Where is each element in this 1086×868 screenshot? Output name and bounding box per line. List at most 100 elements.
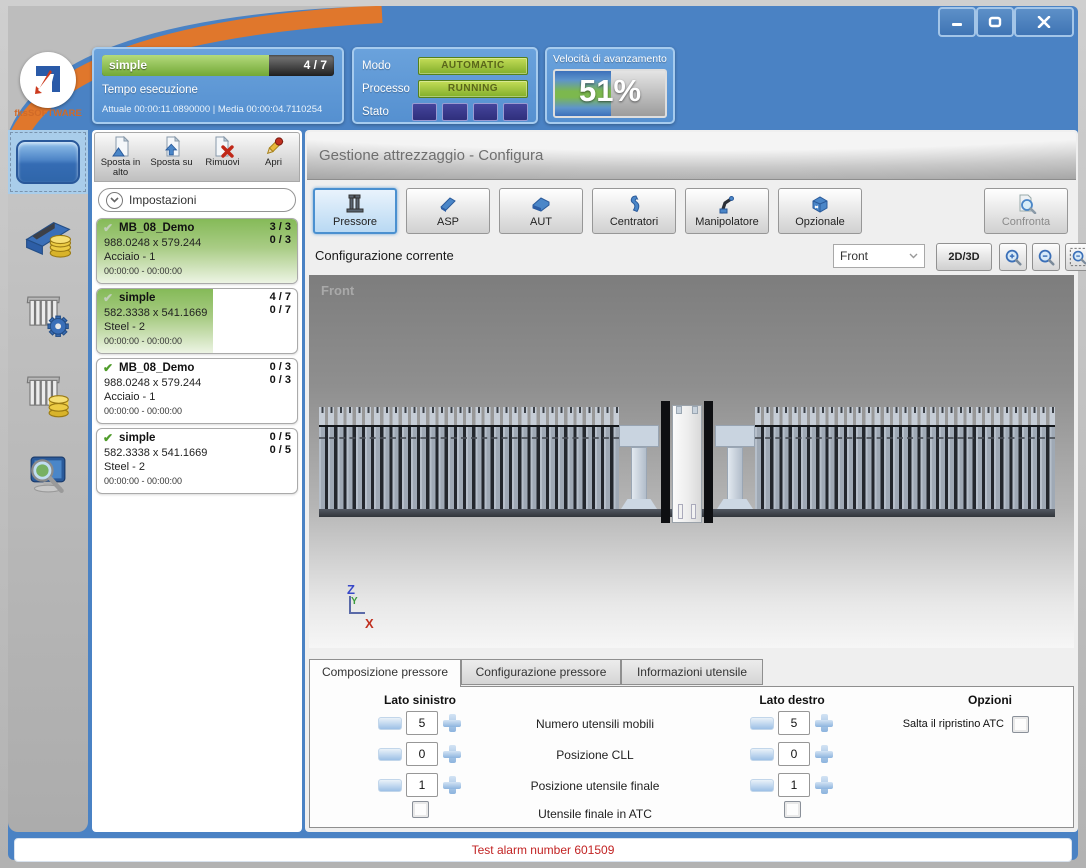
- increment-button[interactable]: [442, 744, 462, 764]
- increment-button[interactable]: [814, 744, 834, 764]
- job-card[interactable]: ✔ simple 4 / 70 / 7 582.3338 x 541.1669 …: [96, 288, 298, 354]
- numero-utensili-right-input[interactable]: 5: [778, 711, 810, 735]
- machine-status-panel: Modo AUTOMATIC Processo RUNNING Stato: [352, 47, 538, 124]
- zoom-out-icon: [1036, 247, 1056, 267]
- increment-button[interactable]: [814, 713, 834, 733]
- sidebar-item-rack-database[interactable]: [21, 368, 75, 422]
- check-icon: ✔: [103, 431, 113, 445]
- open-edit-icon: [263, 136, 285, 158]
- brand-logo-text: fksSOFTWARE: [6, 108, 90, 119]
- utensile-finale-atc-left-checkbox[interactable]: [412, 801, 429, 818]
- opzionale-icon: [809, 194, 831, 214]
- posizione-utensile-finale-left-input[interactable]: 1: [406, 773, 438, 797]
- gear-icon: [48, 316, 68, 336]
- stato-indicator-3: [473, 103, 498, 121]
- decrement-button[interactable]: [750, 748, 774, 761]
- job-list-panel: Sposta in alto Sposta su Rimuovi: [92, 130, 302, 832]
- tab-centratori[interactable]: Centratori: [592, 188, 676, 234]
- sidebar: [8, 194, 88, 832]
- tempo-esecuzione-label: Tempo esecuzione: [102, 84, 334, 96]
- job-card[interactable]: ✔ MB_08_Demo 0 / 30 / 3 988.0248 x 579.2…: [96, 358, 298, 424]
- tab-manipolatore[interactable]: Manipolatore: [685, 188, 769, 234]
- check-icon: ✔: [103, 221, 113, 235]
- posizione-utensile-finale-label: Posizione utensile finale: [480, 773, 710, 799]
- atc-center-unit: [619, 407, 755, 517]
- sposta-su-button[interactable]: Sposta su: [148, 133, 196, 181]
- maximize-button[interactable]: [976, 7, 1014, 37]
- processo-value: RUNNING: [418, 80, 528, 98]
- rimuovi-button[interactable]: Rimuovi: [199, 133, 247, 181]
- impostazioni-expander[interactable]: Impostazioni: [98, 188, 296, 212]
- job-cards: ✔ MB_08_Demo 3 / 30 / 3 988.0248 x 579.2…: [96, 218, 298, 494]
- tab-opzionale[interactable]: Opzionale: [778, 188, 862, 234]
- tab-aut[interactable]: AUT: [499, 188, 583, 234]
- apri-button[interactable]: Apri: [250, 133, 298, 181]
- utensile-finale-atc-right-checkbox[interactable]: [784, 801, 801, 818]
- tool-holder: [672, 405, 702, 523]
- confronta-icon: [1015, 194, 1037, 214]
- posizione-utensile-finale-right-input[interactable]: 1: [778, 773, 810, 797]
- increment-button[interactable]: [814, 775, 834, 795]
- sidebar-item-diagnostics[interactable]: [21, 448, 75, 502]
- decrement-button[interactable]: [378, 717, 402, 730]
- axis-z-label: Z: [347, 582, 355, 597]
- increment-button[interactable]: [442, 775, 462, 795]
- lato-sinistro-header: Lato sinistro: [372, 693, 468, 707]
- machine-viewport[interactable]: Front: [309, 275, 1074, 648]
- tab-pressore[interactable]: Pressore: [313, 188, 397, 234]
- axis-triad: Z Y X: [339, 582, 385, 632]
- sposta-in-alto-button[interactable]: Sposta in alto: [97, 133, 145, 181]
- increment-button[interactable]: [442, 713, 462, 733]
- check-icon: ✔: [103, 291, 113, 305]
- decrement-button[interactable]: [750, 779, 774, 792]
- feed-rate-gauge: 51%: [553, 69, 667, 118]
- support-left: [619, 407, 659, 517]
- utensile-finale-atc-label: Utensile finale in ATC: [480, 801, 710, 827]
- sidebar-item-rack-setup[interactable]: [21, 288, 75, 342]
- aut-icon: [530, 194, 552, 214]
- stato-indicator-2: [442, 103, 467, 121]
- 2d3d-toggle-button[interactable]: 2D/3D: [936, 243, 992, 271]
- sidebar-item-overview[interactable]: [16, 140, 80, 184]
- execution-time-detail: Attuale 00:00:11.0890000 | Media 00:00:0…: [102, 104, 334, 115]
- tab-informazioni-utensile[interactable]: Informazioni utensile: [621, 659, 763, 685]
- job-header-panel: simple 4 / 7 Tempo esecuzione Attuale 00…: [92, 47, 344, 124]
- application-window: fksSOFTWARE simple 4 / 7 Tempo esecuzion…: [0, 0, 1086, 868]
- job-toolbar: Sposta in alto Sposta su Rimuovi: [94, 132, 300, 182]
- decrement-button[interactable]: [378, 779, 402, 792]
- alarm-status-bar: Test alarm number 601509: [14, 838, 1072, 862]
- minimize-icon: [950, 16, 964, 28]
- zoom-fit-button[interactable]: [1065, 243, 1086, 271]
- salta-ripristino-atc-label: Salta il ripristino ATC: [903, 718, 1004, 730]
- minimize-button[interactable]: [938, 7, 976, 37]
- processo-label: Processo: [362, 83, 418, 95]
- view-select[interactable]: Front: [833, 244, 925, 268]
- numero-utensili-left-input[interactable]: 5: [406, 711, 438, 735]
- sidebar-item-tool-database[interactable]: [21, 208, 75, 262]
- modo-value: AUTOMATIC: [418, 57, 528, 75]
- axis-y-label: Y: [351, 596, 358, 607]
- tool-row-right: [755, 407, 1055, 509]
- tab-configurazione-pressore[interactable]: Configurazione pressore: [461, 659, 621, 685]
- manipolatore-icon: [716, 194, 738, 214]
- numero-utensili-label: Numero utensili mobili: [480, 711, 710, 737]
- check-icon: ✔: [103, 361, 113, 375]
- salta-ripristino-atc-checkbox[interactable]: [1012, 716, 1029, 733]
- move-top-icon: [110, 136, 132, 158]
- tab-asp[interactable]: ASP: [406, 188, 490, 234]
- zoom-in-button[interactable]: [999, 243, 1027, 271]
- posizione-cll-right-input[interactable]: 0: [778, 742, 810, 766]
- maximize-icon: [988, 16, 1002, 28]
- decrement-button[interactable]: [750, 717, 774, 730]
- confronta-button[interactable]: Confronta: [984, 188, 1068, 234]
- close-button[interactable]: [1014, 7, 1074, 37]
- job-card[interactable]: ✔ simple 0 / 50 / 5 582.3338 x 541.1669 …: [96, 428, 298, 494]
- job-card[interactable]: ✔ MB_08_Demo 3 / 30 / 3 988.0248 x 579.2…: [96, 218, 298, 284]
- feed-rate-panel: Velocità di avanzamento 51%: [545, 47, 675, 124]
- posizione-cll-left-input[interactable]: 0: [406, 742, 438, 766]
- zoom-out-button[interactable]: [1032, 243, 1060, 271]
- zoom-in-icon: [1003, 247, 1023, 267]
- decrement-button[interactable]: [378, 748, 402, 761]
- asp-icon: [437, 194, 459, 214]
- tab-composizione-pressore[interactable]: Composizione pressore: [309, 659, 461, 687]
